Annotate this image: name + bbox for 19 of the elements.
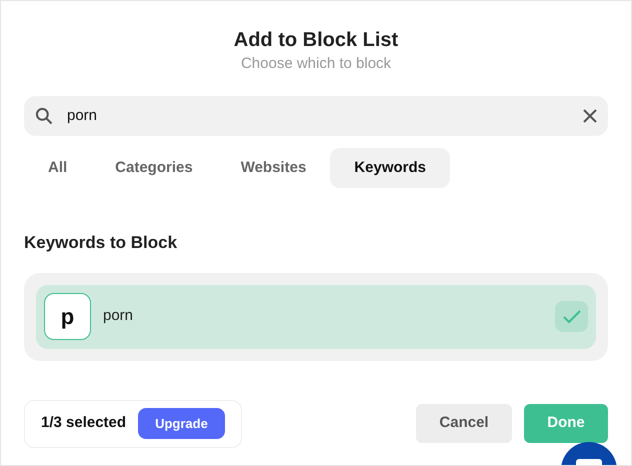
- tab[interactable]: Categories: [91, 148, 217, 188]
- tab[interactable]: Websites: [216, 148, 330, 188]
- dialog-subtitle: Choose which to block: [240, 54, 392, 74]
- close-icon[interactable]: [582, 108, 598, 124]
- check-icon: [562, 308, 582, 324]
- section-title: Keywords to Block: [24, 232, 178, 254]
- keyword-item[interactable]: p porn: [36, 284, 596, 348]
- search-input[interactable]: porn: [67, 104, 582, 128]
- keyword-label: porn: [103, 306, 134, 326]
- tab[interactable]: All: [24, 148, 92, 188]
- tab[interactable]: Keywords: [330, 148, 450, 188]
- keyword-initial: p: [44, 293, 91, 340]
- upgrade-button[interactable]: Upgrade: [138, 408, 225, 439]
- search-field[interactable]: porn: [24, 96, 608, 136]
- search-icon: [34, 106, 54, 126]
- dialog-title: Add to Block List: [232, 28, 400, 53]
- selected-count: 1/3 selected: [41, 413, 126, 434]
- cancel-button[interactable]: Cancel: [416, 404, 512, 443]
- checkbox[interactable]: [555, 301, 588, 332]
